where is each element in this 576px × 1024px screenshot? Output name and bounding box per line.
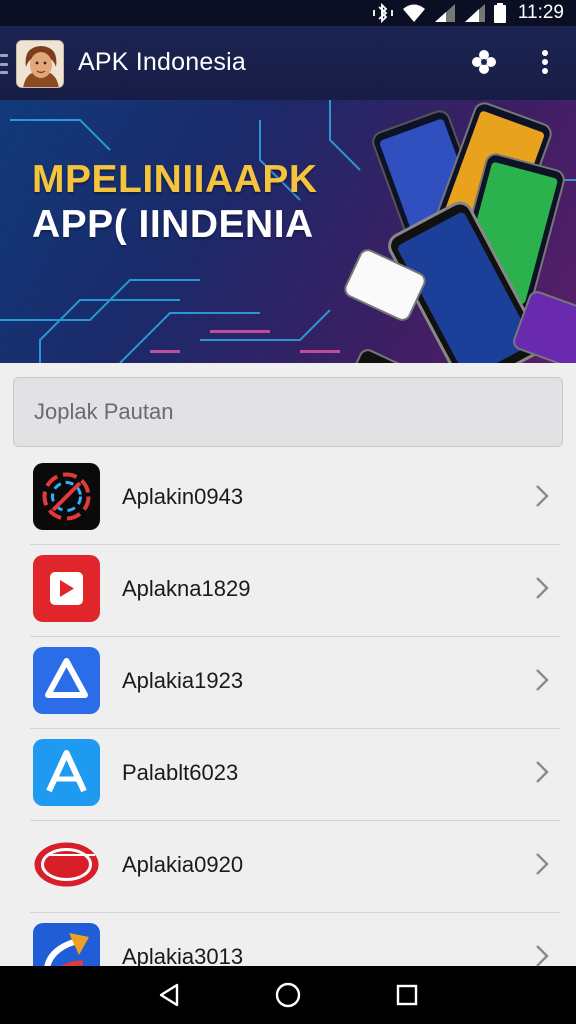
app-name: Aplakia1923 <box>122 668 244 693</box>
status-bar: 11:29 <box>0 0 576 26</box>
list-item[interactable]: Aplakia1923 <box>0 637 576 729</box>
wifi-icon <box>402 3 426 23</box>
recents-square-icon <box>396 984 417 1006</box>
signal-icon-2 <box>464 3 486 23</box>
app-screen: 11:29 APK Indonesia MPELINIIAAPK APP(II… <box>0 0 576 1024</box>
recents-button[interactable] <box>387 975 427 1015</box>
bike-circle-icon <box>33 463 100 530</box>
home-button[interactable] <box>268 975 308 1015</box>
banner-headline: MPELINIIAAPK APP( IINDENIA <box>32 158 318 248</box>
list-item[interactable]: Aplakna1829 <box>0 545 576 637</box>
app-name: Palablt6023 <box>122 760 239 785</box>
app-bar: APK Indonesia <box>0 26 576 100</box>
chevron-right-icon <box>536 853 549 875</box>
chevron-right-icon <box>536 669 549 691</box>
flower-action-button[interactable] <box>466 46 502 82</box>
app-name: Aplakia0920 <box>122 852 244 877</box>
avatar[interactable] <box>16 40 64 88</box>
app-name: Aplakna1829 <box>122 576 251 601</box>
more-vert-icon <box>541 49 549 80</box>
flower-icon <box>471 49 497 80</box>
drawer-handle-icon[interactable] <box>0 54 8 74</box>
chevron-right-icon <box>536 761 549 783</box>
battery-icon <box>493 3 506 23</box>
signal-icon <box>434 3 456 23</box>
search-bar <box>13 377 563 447</box>
back-triangle-icon <box>160 983 179 1007</box>
search-input[interactable] <box>34 399 562 425</box>
letter-a-icon <box>33 739 100 806</box>
chevron-right-icon <box>536 485 549 507</box>
play-square-icon <box>33 555 100 622</box>
list-item[interactable]: Palablt6023 <box>0 729 576 821</box>
list-item[interactable]: Aplakin0943 <box>0 453 576 545</box>
system-nav-bar <box>0 966 576 1024</box>
banner-line-1: MPELINIIAAPK <box>32 158 318 201</box>
triangle-arrow-icon <box>33 647 100 714</box>
app-name: Aplakin0943 <box>122 484 244 509</box>
app-title: APK Indonesia <box>78 48 246 76</box>
list-item[interactable]: Aplakia0920 <box>0 821 576 913</box>
nio-logo-icon <box>33 831 100 898</box>
promo-banner[interactable]: MPELINIIAAPK APP( IINDENIA <box>0 100 576 363</box>
back-button[interactable] <box>149 975 189 1015</box>
chevron-right-icon <box>536 577 549 599</box>
more-options-button[interactable] <box>527 46 563 82</box>
search-box <box>13 377 563 447</box>
banner-line-2: APP( IINDENIA <box>32 203 314 246</box>
status-clock: 11:29 <box>517 2 564 23</box>
home-circle-icon <box>275 982 301 1008</box>
bluetooth-vibrate-icon <box>372 3 394 23</box>
